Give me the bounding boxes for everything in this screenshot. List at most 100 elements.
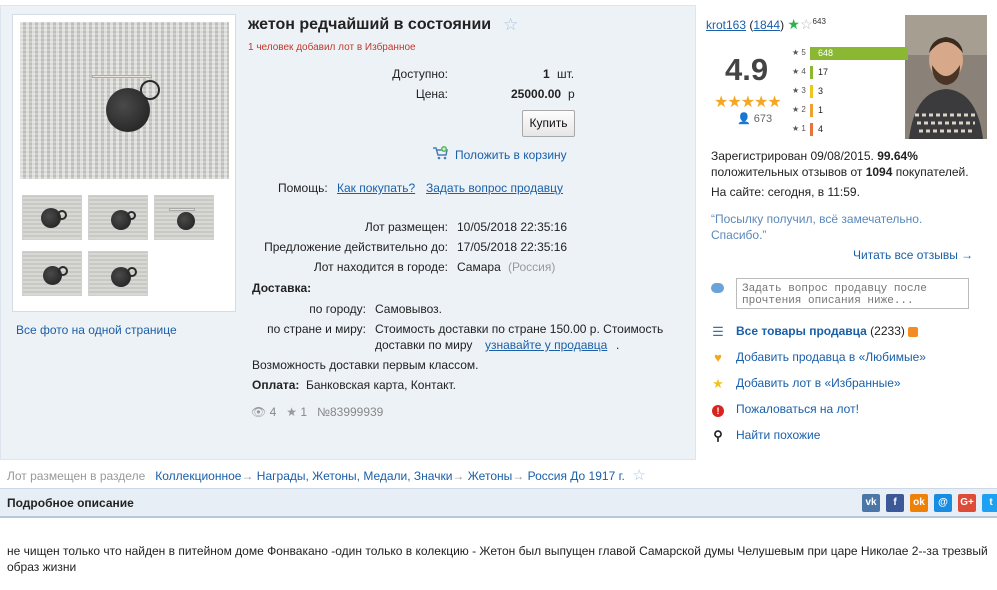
thumbnail[interactable] (22, 251, 82, 296)
rating-bar-fill (810, 104, 813, 117)
how-to-buy-link[interactable]: Как покупать? (337, 181, 415, 195)
ask-seller-link[interactable]: Задать вопрос продавцу (426, 181, 563, 195)
main-photo[interactable] (20, 22, 229, 179)
available-value: 1 (543, 67, 550, 81)
favorites-note: 1 человек добавил лот в Избранное (248, 42, 416, 53)
seller-count-link[interactable]: (1844) (749, 18, 784, 32)
ask-seller-delivery-link[interactable]: узнавайте у продавца (485, 338, 607, 352)
favorite-star-icon[interactable]: ☆ (503, 15, 518, 35)
rating-bar-label: ★ 3 (792, 86, 806, 95)
moimir-icon[interactable]: @ (934, 494, 952, 512)
favs-count: 1 (300, 405, 308, 419)
thumbnail[interactable] (88, 195, 148, 240)
thumbnail[interactable] (88, 251, 148, 296)
seller-star-icon: ★ (787, 16, 800, 32)
available-label: Доступно: (392, 67, 448, 81)
posted-value: 10/05/2018 22:35:16 (457, 220, 568, 234)
cart-icon (433, 146, 448, 160)
seller-name-link[interactable]: krot163 (706, 18, 746, 32)
all-goods-count: (2233) (870, 324, 905, 338)
payment-label: Оплата: (252, 378, 300, 392)
rating-bar-label: ★ 1 (792, 124, 806, 133)
seller-registration: Зарегистрирован 09/08/2015. 99.64% полож… (711, 148, 991, 180)
review-quote: “Посылку получил, всё замечательно. Спас… (711, 212, 923, 242)
valid-value: 17/05/2018 22:35:16 (457, 240, 568, 254)
positive-percent: 99.64% (877, 149, 918, 163)
first-class-note: Возможность доставки первым классом. (252, 358, 479, 372)
seller-rating: 4.9 (725, 52, 769, 87)
heart-icon: ♥ (714, 350, 722, 365)
seller-star-outline-icon: ☆ (799, 16, 813, 32)
seller-online: На сайте: сегодня, в 11:59. (711, 185, 860, 199)
rating-users: 👤 673 (737, 112, 772, 125)
rating-bar-count: 17 (818, 67, 829, 77)
delivery-label: Доставка: (252, 281, 312, 295)
breadcrumb: Лот размещен в разделе Коллекционное→ На… (7, 467, 646, 484)
list-icon: ☰ (712, 324, 724, 339)
star-icon: ★ (712, 376, 724, 391)
all-goods-link[interactable]: Все товары продавца (2233) (736, 324, 919, 338)
breadcrumb-item[interactable]: Россия До 1917 г. (528, 469, 625, 483)
rss-icon[interactable] (908, 326, 919, 337)
star-icon: ★ (286, 405, 298, 419)
valid-label: Предложение действительно до: (264, 240, 448, 254)
thumbnail[interactable] (22, 195, 82, 240)
seller-avatar[interactable] (905, 15, 987, 139)
alert-icon: ! (711, 402, 725, 417)
price-label: Цена: (415, 87, 448, 101)
rating-bar-count: 4 (818, 124, 824, 134)
rating-bar-fill (810, 85, 813, 98)
by-country-value-2: доставки по миру (375, 338, 473, 352)
facebook-icon[interactable]: f (886, 494, 904, 512)
ask-seller-input[interactable] (736, 278, 969, 309)
country-value: (Россия) (508, 260, 556, 274)
rating-bar-count: 1 (818, 105, 824, 115)
seller-star-count: 643 (812, 17, 826, 26)
breadcrumb-prefix: Лот размещен в разделе (7, 469, 146, 483)
available-unit: шт. (557, 67, 575, 81)
registered-text: Зарегистрирован 09/08/2015. (711, 149, 874, 163)
all-photos-link[interactable]: Все фото на одной странице (16, 323, 177, 337)
buy-button[interactable]: Купить (522, 110, 575, 137)
rating-stars-icon: ★★★★★ (714, 94, 782, 111)
reviews-count: 1094 (865, 165, 893, 179)
eye-icon: 👁 (251, 405, 267, 419)
complain-link[interactable]: Пожаловаться на лот! (736, 402, 859, 416)
thumbnail[interactable] (154, 195, 214, 240)
posted-label: Лот размещен: (364, 220, 448, 234)
by-country-value: Стоимость доставки по стране 150.00 р. С… (375, 322, 664, 336)
city-label: Лот находится в городе: (313, 260, 448, 274)
by-city-label: по городу: (309, 302, 366, 316)
rating-bar-count: 648 (818, 48, 834, 58)
lot-number: №83999939 (317, 405, 384, 419)
buyers-text: покупателей. (895, 165, 969, 179)
by-city-value: Самовывоз. (375, 302, 443, 316)
read-all-reviews-link[interactable]: Читать все отзывы → (853, 248, 973, 262)
twitter-icon[interactable]: t (982, 494, 997, 512)
rating-bar-count: 3 (818, 86, 824, 96)
breadcrumb-item[interactable]: Коллекционное (155, 469, 241, 483)
search-icon: ⚲ (713, 428, 723, 443)
googleplus-icon[interactable]: G+ (958, 494, 976, 512)
add-to-cart-link[interactable]: Положить в корзину (455, 148, 567, 162)
breadcrumb-item[interactable]: Жетоны (468, 469, 513, 483)
user-icon: 👤 (737, 113, 751, 125)
find-similar-link[interactable]: Найти похожие (736, 428, 820, 442)
reviews-text: положительных отзывов от (711, 165, 863, 179)
lot-title: жетон редчайший в состоянии (248, 16, 492, 33)
lot-stats: 👁 4 ★ 1 №83999939 (251, 405, 383, 419)
breadcrumb-item[interactable]: Награды, Жетоны, Медали, Значки (257, 469, 453, 483)
breadcrumb-star-icon[interactable]: ☆ (628, 467, 645, 484)
add-lot-favorites-link[interactable]: Добавить лот в «Избранные» (736, 376, 901, 390)
rating-bar-label: ★ 5 (792, 48, 806, 57)
chat-bubble-icon (711, 283, 724, 293)
rating-users-count: 673 (753, 113, 773, 125)
help-label: Помощь: (278, 181, 328, 195)
rating-bar-fill (810, 123, 813, 136)
by-country-label: по стране и миру: (267, 322, 366, 336)
seller-info: krot163 (1844) ★☆643 (706, 16, 826, 33)
description-title: Подробное описание (7, 496, 134, 510)
vk-icon[interactable]: vk (862, 494, 880, 512)
add-seller-favorites-link[interactable]: Добавить продавца в «Любимые» (736, 350, 926, 364)
odnoklassniki-icon[interactable]: ok (910, 494, 928, 512)
